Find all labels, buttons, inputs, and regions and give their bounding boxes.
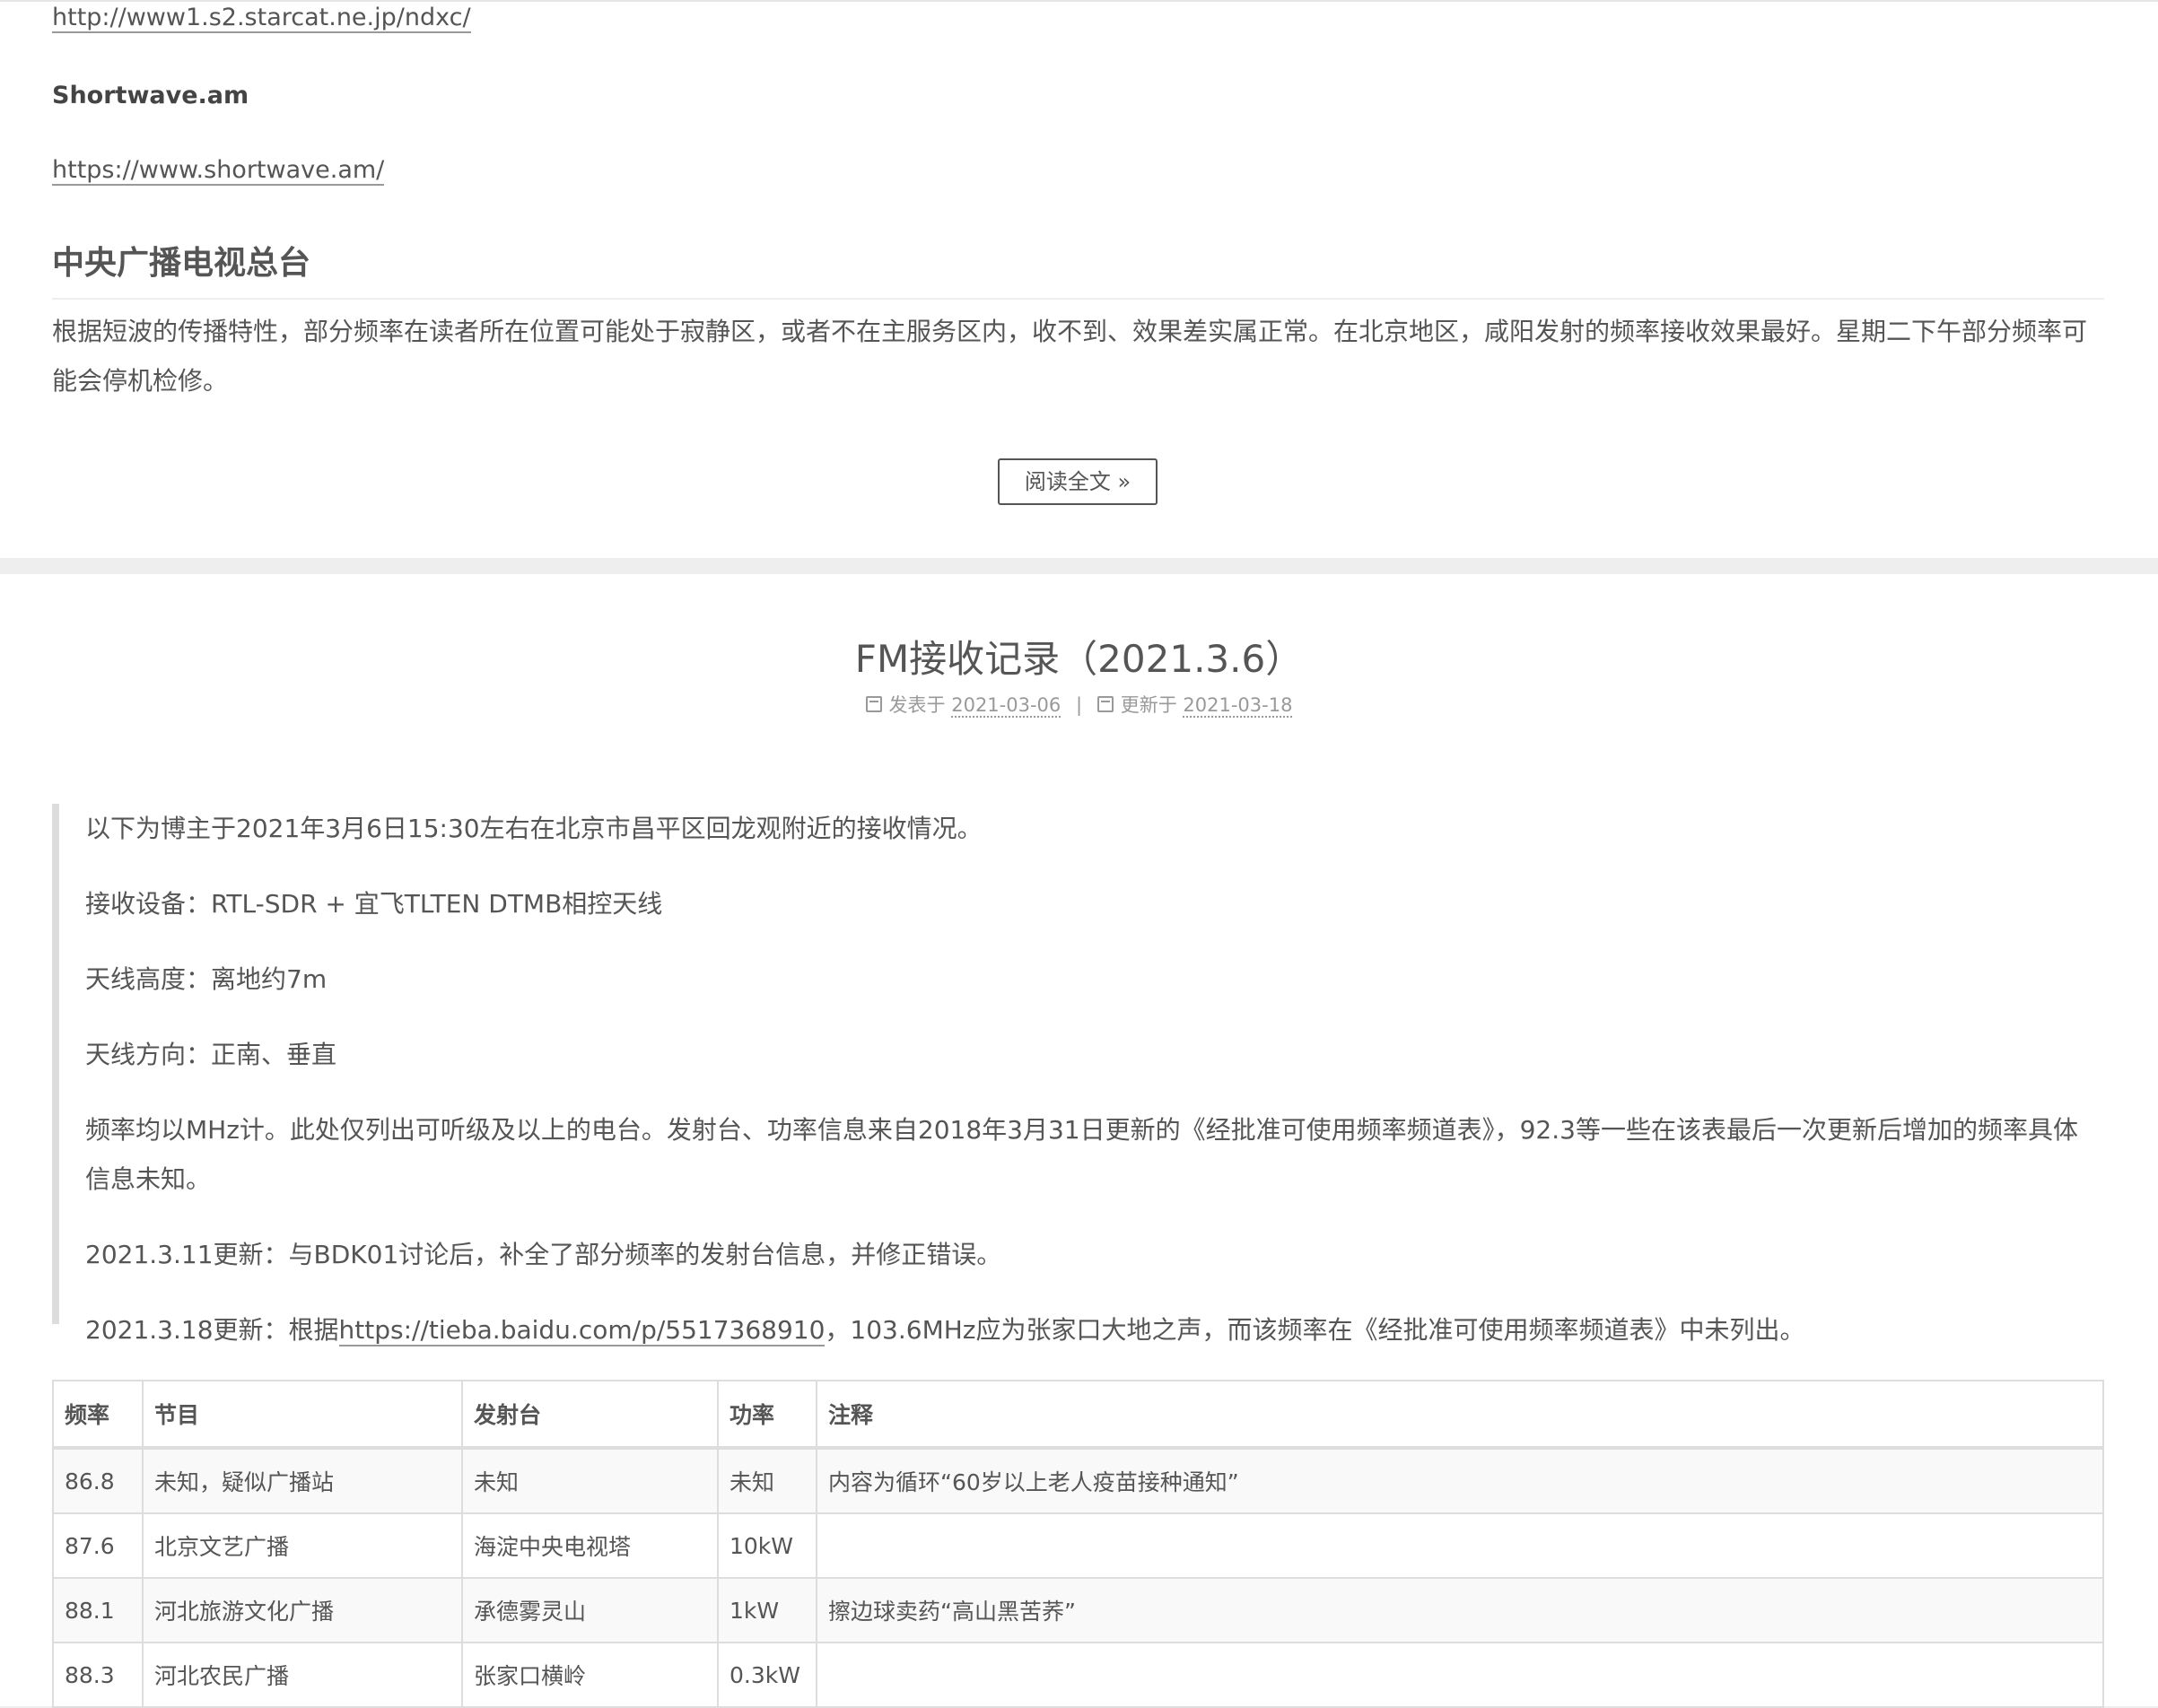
cell-program: 河北旅游文化广播 xyxy=(142,1577,463,1643)
header-frequency: 频率 xyxy=(52,1380,144,1450)
posted-label: 发表于 xyxy=(888,694,946,716)
cell-note xyxy=(816,1642,2104,1708)
header-program: 节目 xyxy=(142,1380,463,1450)
link-row-2: https://www.shortwave.am/ xyxy=(52,156,2104,186)
cell-program: 河北农民广播 xyxy=(142,1642,463,1708)
header-note: 注释 xyxy=(816,1380,2104,1450)
reception-table: 频率 节目 发射台 功率 注释 86.8 未知，疑似广播站 未知 未知 内容为循… xyxy=(52,1380,2104,1708)
antenna-direction-paragraph: 天线方向：正南、垂直 xyxy=(85,1040,337,1069)
cell-transmitter: 承德雾灵山 xyxy=(461,1577,719,1643)
update-note-2-suffix: ，103.6MHz应为张家口大地之声，而该频率在《经批准可使用频率频道表》中未列… xyxy=(825,1315,1805,1345)
table-row: 87.6 北京文艺广播 海淀中央电视塔 10kW xyxy=(52,1512,2104,1579)
equipment-paragraph: 接收设备：RTL-SDR + 宜飞TLTEN DTMB相控天线 xyxy=(85,889,663,919)
cell-frequency: 87.6 xyxy=(52,1512,144,1579)
cell-power: 10kW xyxy=(717,1512,817,1579)
starcat-link[interactable]: http://www1.s2.starcat.ne.jp/ndxc/ xyxy=(52,4,471,33)
calendar-icon xyxy=(865,696,882,712)
section-text-wrap: 根据短波的传播特性，部分频率在读者所在位置可能处于寂静区，或者不在主服务区内，收… xyxy=(52,307,2104,405)
posted-date[interactable]: 2021-03-06 xyxy=(951,694,1062,718)
cell-program: 北京文艺广播 xyxy=(142,1512,463,1579)
header-transmitter: 发射台 xyxy=(461,1380,719,1450)
tieba-link[interactable]: https://tieba.baidu.com/p/5517368910 xyxy=(338,1315,826,1346)
cell-frequency: 88.1 xyxy=(52,1577,144,1643)
cell-transmitter: 张家口横岭 xyxy=(461,1642,719,1708)
cell-note: 擦边球卖药“高山黑苦荞” xyxy=(816,1577,2104,1643)
section-heading-wrap: 中央广播电视总台 xyxy=(52,237,2104,300)
site-name-row: Shortwave.am xyxy=(52,82,2104,109)
cell-frequency: 88.3 xyxy=(52,1642,144,1708)
cell-transmitter: 海淀中央电视塔 xyxy=(461,1512,719,1579)
cell-power: 未知 xyxy=(717,1447,817,1514)
previous-post-card: http://www1.s2.starcat.ne.jp/ndxc/ Short… xyxy=(0,0,2158,558)
table-row: 88.3 河北农民广播 张家口横岭 0.3kW xyxy=(52,1642,2104,1708)
shortwave-site-name: Shortwave.am xyxy=(52,82,249,109)
cell-power: 1kW xyxy=(717,1577,817,1643)
post-card: FM接收记录（2021.3.6） 发表于 2021-03-06 | 更新于 20… xyxy=(0,574,2158,1708)
updated-label: 更新于 xyxy=(1120,694,1177,716)
cell-transmitter: 未知 xyxy=(461,1447,719,1514)
section-heading: 中央广播电视总台 xyxy=(52,237,2104,300)
link-row-1: http://www1.s2.starcat.ne.jp/ndxc/ xyxy=(52,4,2104,33)
update-note-2-prefix: 2021.3.18更新：根据 xyxy=(85,1315,339,1345)
frequency-note-paragraph: 频率均以MHz计。此处仅列出可听级及以上的电台。发射台、功率信息来自2018年3… xyxy=(85,1115,2078,1194)
intro-blockquote: 以下为博主于2021年3月6日15:30左右在北京市昌平区回龙观附近的接收情况。… xyxy=(52,804,2104,1346)
post-meta: 发表于 2021-03-06 | 更新于 2021-03-18 xyxy=(0,691,2158,718)
table-row: 88.1 河北旅游文化广播 承德雾灵山 1kW 擦边球卖药“高山黑苦荞” xyxy=(52,1577,2104,1643)
meta-separator: | xyxy=(1075,694,1083,716)
header-power: 功率 xyxy=(717,1380,817,1450)
cell-frequency: 86.8 xyxy=(52,1447,144,1514)
cell-program: 未知，疑似广播站 xyxy=(142,1447,463,1514)
update-note-2: 2021.3.18更新：根据https://tieba.baidu.com/p/… xyxy=(85,1305,2095,1355)
intro-paragraph: 以下为博主于2021年3月6日15:30左右在北京市昌平区回龙观附近的接收情况。 xyxy=(85,814,983,843)
updated-date[interactable]: 2021-03-18 xyxy=(1183,694,1293,718)
calendar-check-icon xyxy=(1096,696,1114,712)
cell-note xyxy=(816,1512,2104,1579)
post-title[interactable]: FM接收记录（2021.3.6） xyxy=(0,629,2158,684)
read-more-button[interactable]: 阅读全文 » xyxy=(998,458,1158,505)
cell-power: 0.3kW xyxy=(717,1642,817,1708)
cell-note: 内容为循环“60岁以上老人疫苗接种通知” xyxy=(816,1447,2104,1514)
table-row: 86.8 未知，疑似广播站 未知 未知 内容为循环“60岁以上老人疫苗接种通知” xyxy=(52,1447,2104,1514)
table-header-row: 频率 节目 发射台 功率 注释 xyxy=(52,1380,2104,1450)
section-text: 根据短波的传播特性，部分频率在读者所在位置可能处于寂静区，或者不在主服务区内，收… xyxy=(52,317,2088,396)
antenna-height-paragraph: 天线高度：离地约7m xyxy=(85,964,328,994)
update-note-1: 2021.3.11更新：与BDK01讨论后，补全了部分频率的发射台信息，并修正错… xyxy=(85,1240,1002,1269)
shortwave-link[interactable]: https://www.shortwave.am/ xyxy=(52,156,385,186)
